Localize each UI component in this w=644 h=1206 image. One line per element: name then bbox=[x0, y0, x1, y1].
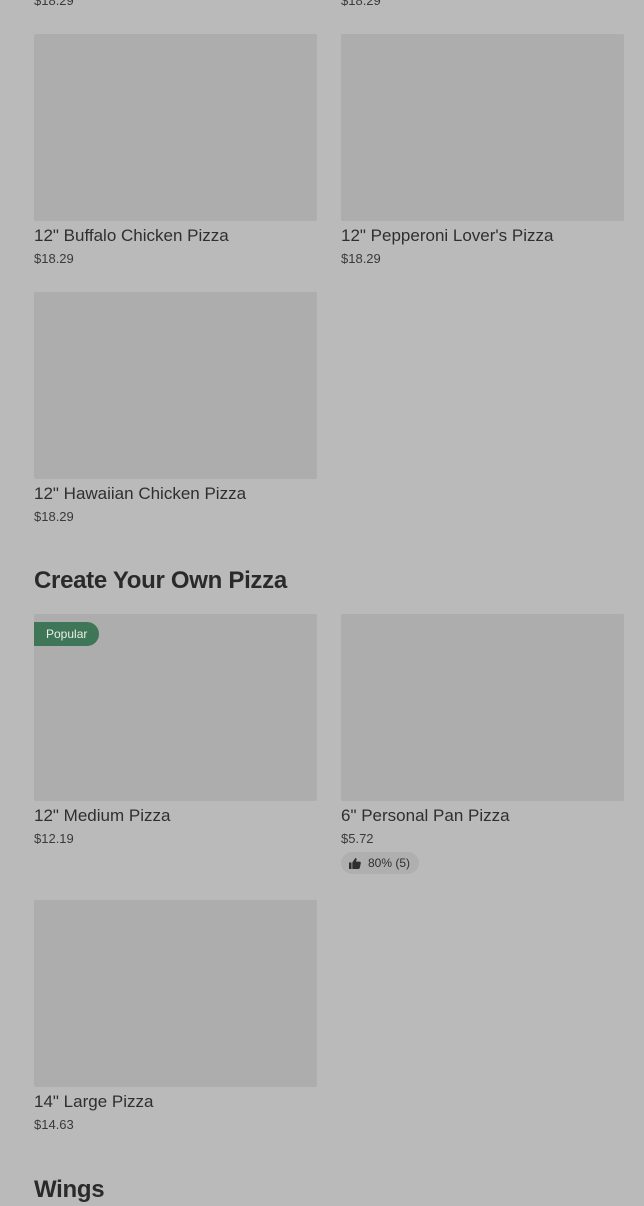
menu-page: $18.29 $18.29 12" Buffalo Chicken Pizza … bbox=[0, 0, 644, 1206]
item-image[interactable] bbox=[34, 292, 317, 479]
section-title-wings: Wings bbox=[34, 1176, 105, 1203]
item-image[interactable] bbox=[341, 614, 624, 801]
item-image[interactable] bbox=[34, 34, 317, 221]
thumbs-up-icon bbox=[349, 857, 361, 869]
item-price: $12.19 bbox=[34, 831, 74, 846]
item-price: $18.29 bbox=[34, 509, 74, 524]
item-price: $14.63 bbox=[34, 1117, 74, 1132]
rating-text: 80% (5) bbox=[368, 856, 411, 870]
item-name[interactable]: 12" Medium Pizza bbox=[34, 806, 170, 826]
section-title-create-your-own-pizza: Create Your Own Pizza bbox=[34, 567, 287, 594]
item-price: $18.29 bbox=[34, 0, 74, 8]
item-name[interactable]: 14" Large Pizza bbox=[34, 1092, 153, 1112]
rating-pill: 80% (5) bbox=[341, 852, 420, 874]
item-name[interactable]: 12" Hawaiian Chicken Pizza bbox=[34, 484, 246, 504]
item-price: $18.29 bbox=[341, 0, 381, 8]
item-price: $18.29 bbox=[34, 251, 74, 266]
item-price: $18.29 bbox=[341, 251, 381, 266]
item-price: $5.72 bbox=[341, 831, 374, 846]
item-name[interactable]: 12" Pepperoni Lover's Pizza bbox=[341, 226, 553, 246]
item-name[interactable]: 12" Buffalo Chicken Pizza bbox=[34, 226, 229, 246]
item-image[interactable] bbox=[341, 34, 624, 221]
item-image[interactable] bbox=[34, 900, 317, 1087]
popular-badge: Popular bbox=[34, 622, 100, 646]
item-name[interactable]: 6" Personal Pan Pizza bbox=[341, 806, 510, 826]
